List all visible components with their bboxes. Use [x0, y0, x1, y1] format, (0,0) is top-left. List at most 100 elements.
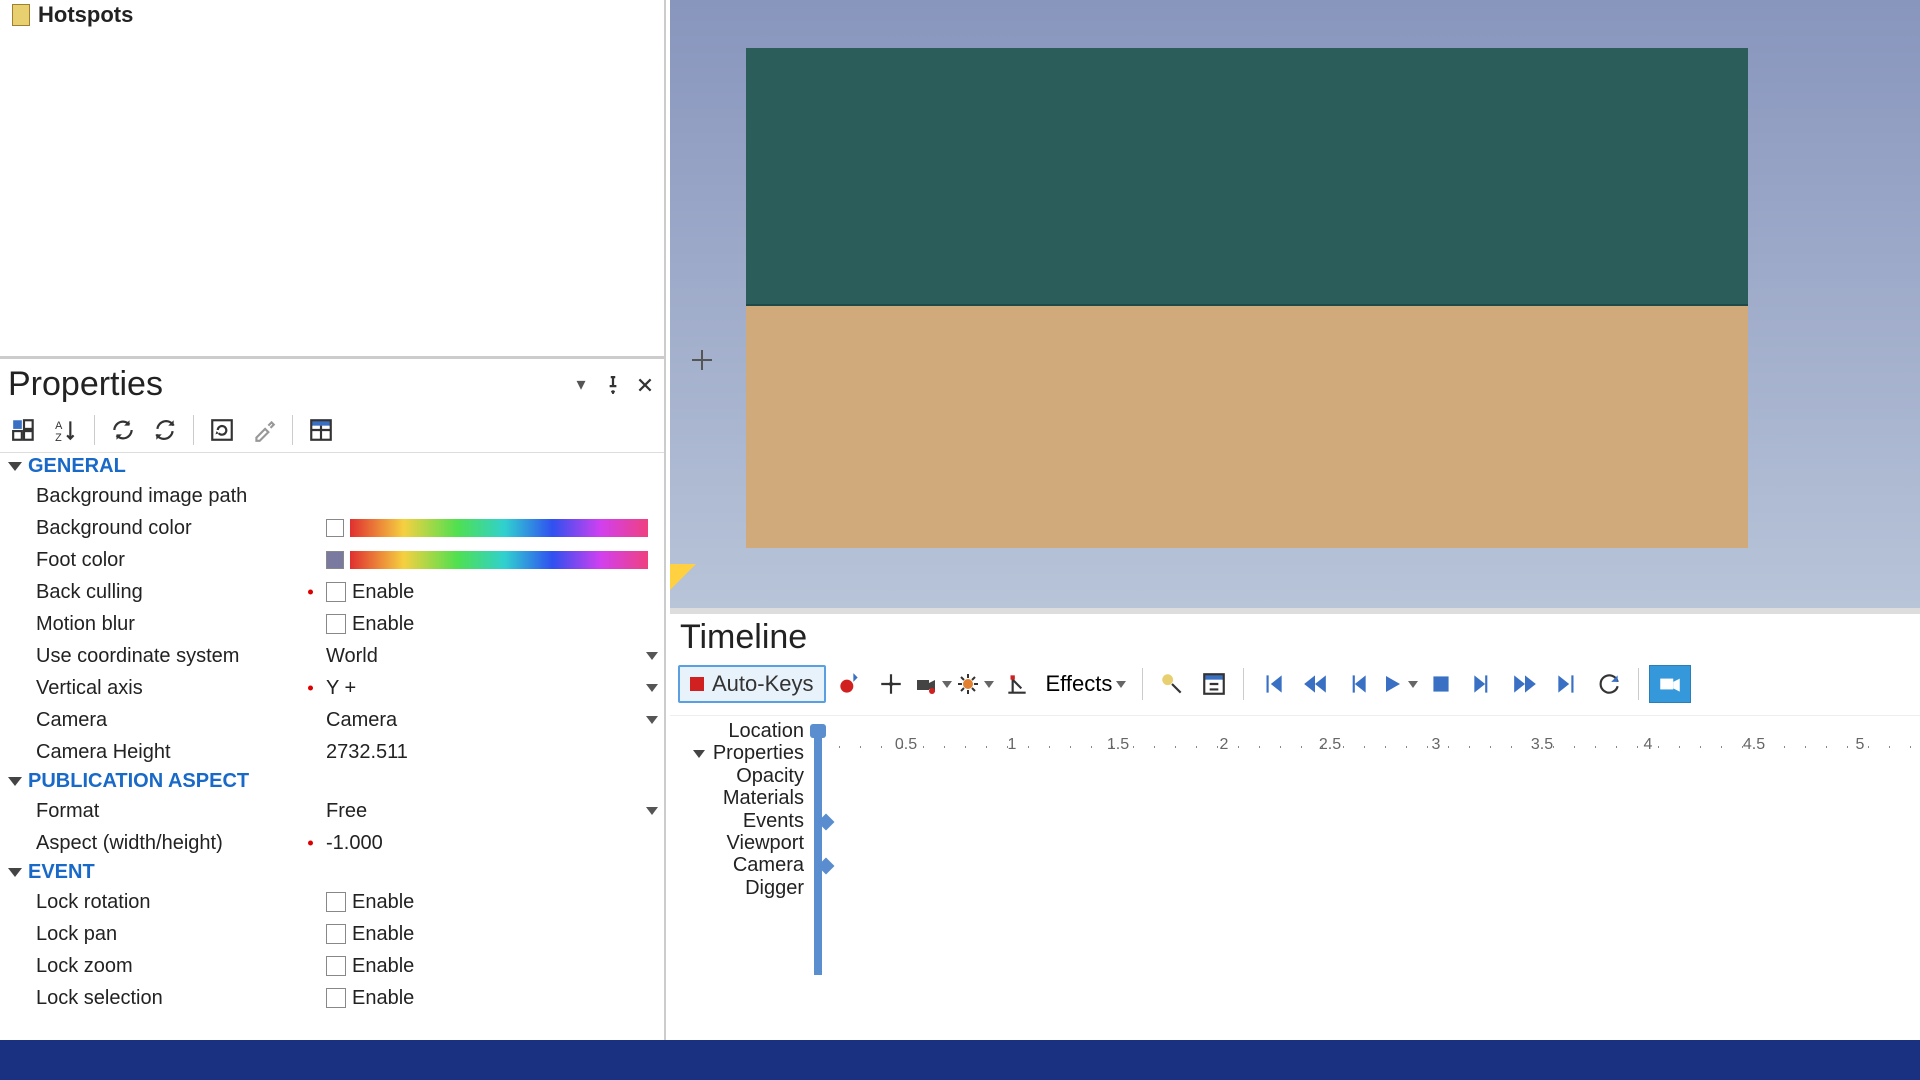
prop-lock-rotation[interactable]: Lock rotation Enable — [0, 886, 664, 918]
track-digger[interactable]: Digger — [676, 877, 804, 899]
fast-forward-icon[interactable] — [1506, 665, 1544, 703]
autokeys-toggle[interactable]: Auto-Keys — [678, 665, 826, 703]
hotspots-node[interactable]: Hotspots — [0, 0, 664, 30]
prop-lock-pan[interactable]: Lock pan Enable — [0, 918, 664, 950]
table-icon[interactable] — [303, 412, 339, 448]
prop-bg-image-path[interactable]: Background image path — [0, 480, 664, 512]
track-properties[interactable]: Properties — [676, 742, 804, 764]
checkbox[interactable] — [326, 614, 346, 634]
color-spectrum[interactable] — [350, 519, 648, 537]
toolbar-separator — [292, 415, 293, 445]
viewport-3d[interactable] — [670, 0, 1920, 608]
key-filter-icon[interactable] — [1153, 665, 1191, 703]
prop-format[interactable]: Format Free — [0, 795, 664, 827]
section-event[interactable]: EVENT — [0, 859, 664, 886]
chevron-down-icon — [8, 777, 22, 786]
capture-video-icon[interactable] — [1649, 665, 1691, 703]
prop-lock-selection[interactable]: Lock selection Enable — [0, 982, 664, 1014]
prop-back-culling[interactable]: Back culling Enable — [0, 576, 664, 608]
close-icon[interactable] — [636, 376, 654, 394]
scene-ground — [746, 306, 1748, 548]
explode-key-icon[interactable] — [956, 665, 994, 703]
step-back-icon[interactable] — [1338, 665, 1376, 703]
toolbar-separator — [94, 415, 95, 445]
checkbox[interactable] — [326, 956, 346, 976]
chevron-down-icon — [693, 750, 705, 758]
timeline-panel: Timeline Auto-Keys Effects — [670, 614, 1920, 1040]
checkbox[interactable] — [326, 924, 346, 944]
prop-camera-height[interactable]: Camera Height 2732.511 — [0, 736, 664, 768]
go-to-end-icon[interactable] — [1548, 665, 1586, 703]
chevron-down-icon — [8, 462, 22, 471]
checkbox[interactable] — [326, 582, 346, 602]
playhead[interactable] — [814, 726, 822, 975]
prop-lock-zoom[interactable]: Lock zoom Enable — [0, 950, 664, 982]
stop-icon[interactable] — [1422, 665, 1460, 703]
section-general[interactable]: GENERAL — [0, 453, 664, 480]
chevron-down-icon[interactable] — [942, 681, 952, 688]
color-spectrum[interactable] — [350, 551, 648, 569]
properties-scroll[interactable]: GENERAL Background image path Background… — [0, 453, 664, 1040]
scene-render — [746, 48, 1748, 548]
panel-header-controls: ▾ — [572, 376, 654, 394]
panel-menu-icon[interactable]: ▾ — [572, 376, 590, 394]
chevron-down-icon[interactable] — [646, 807, 658, 815]
chevron-down-icon[interactable] — [1408, 681, 1418, 688]
track-names: Location Properties Opacity Materials Ev… — [670, 716, 810, 975]
color-swatch[interactable] — [326, 551, 344, 569]
scene-tree-panel: Hotspots — [0, 0, 666, 356]
status-bar — [0, 1040, 1920, 1080]
digger-key-icon[interactable] — [998, 665, 1036, 703]
hotspots-icon — [12, 4, 30, 26]
step-forward-icon[interactable] — [1464, 665, 1502, 703]
track-location[interactable]: Location — [676, 720, 804, 742]
section-publication[interactable]: PUBLICATION ASPECT — [0, 768, 664, 795]
effects-dropdown[interactable]: Effects — [1040, 665, 1133, 703]
timeline-toolbar: Auto-Keys Effects — [670, 661, 1920, 707]
eyedropper-icon[interactable] — [246, 412, 282, 448]
loop-icon[interactable] — [1590, 665, 1628, 703]
alphabetical-icon[interactable]: AZ — [48, 412, 84, 448]
crosshair-icon — [692, 350, 712, 370]
track-opacity[interactable]: Opacity — [676, 765, 804, 787]
play-icon[interactable] — [1380, 665, 1418, 703]
camera-key-icon[interactable] — [914, 665, 952, 703]
properties-title: Properties — [8, 365, 163, 404]
track-camera[interactable]: Camera — [676, 854, 804, 876]
prop-camera[interactable]: Camera Camera — [0, 704, 664, 736]
prop-coord-system[interactable]: Use coordinate system World — [0, 640, 664, 672]
checkbox[interactable] — [326, 892, 346, 912]
svg-text:A: A — [55, 420, 63, 432]
checkbox[interactable] — [326, 988, 346, 1008]
categorized-icon[interactable] — [6, 412, 42, 448]
prop-motion-blur[interactable]: Motion blur Enable — [0, 608, 664, 640]
fast-rewind-icon[interactable] — [1296, 665, 1334, 703]
record-key-icon[interactable] — [830, 665, 868, 703]
prop-foot-color[interactable]: Foot color — [0, 544, 664, 576]
timeline-ruler-area[interactable]: 0.5 1 1.5 2 2.5 3 3.5 4 4.5 5 — [810, 716, 1920, 975]
chevron-down-icon[interactable] — [646, 684, 658, 692]
chevron-down-icon[interactable] — [1116, 681, 1126, 688]
prop-aspect[interactable]: Aspect (width/height) -1.000 — [0, 827, 664, 859]
go-to-start-icon[interactable] — [1254, 665, 1292, 703]
color-swatch[interactable] — [326, 519, 344, 537]
sync-icon[interactable] — [147, 412, 183, 448]
chevron-down-icon[interactable] — [646, 716, 658, 724]
restore-default-icon[interactable] — [204, 412, 240, 448]
axis-gizmo-icon[interactable] — [670, 564, 696, 590]
axis-key-icon[interactable] — [872, 665, 910, 703]
timeline-ruler[interactable]: 0.5 1 1.5 2 2.5 3 3.5 4 4.5 5 — [810, 736, 1920, 760]
prop-bg-color[interactable]: Background color — [0, 512, 664, 544]
pin-icon[interactable] — [604, 376, 622, 394]
refresh-icon[interactable] — [105, 412, 141, 448]
track-events[interactable]: Events — [676, 810, 804, 832]
track-materials[interactable]: Materials — [676, 787, 804, 809]
key-editor-icon[interactable] — [1195, 665, 1233, 703]
chevron-down-icon[interactable] — [984, 681, 994, 688]
track-viewport[interactable]: Viewport — [676, 832, 804, 854]
properties-header: Properties ▾ — [0, 359, 664, 408]
chevron-down-icon — [8, 868, 22, 877]
record-icon — [690, 677, 704, 691]
chevron-down-icon[interactable] — [646, 652, 658, 660]
prop-vertical-axis[interactable]: Vertical axis Y + — [0, 672, 664, 704]
